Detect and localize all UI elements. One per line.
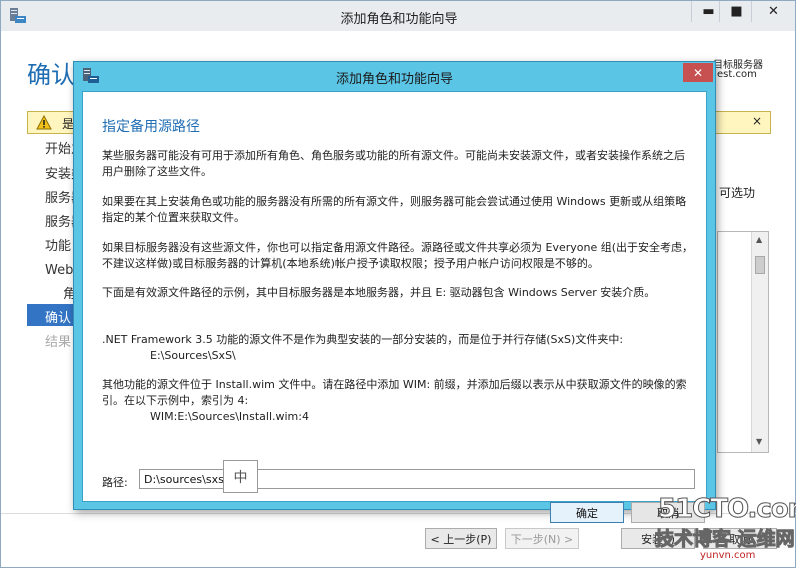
scroll-down-icon[interactable]: ▼ (756, 437, 762, 446)
scroll-up-icon[interactable]: ▲ (756, 235, 762, 244)
paragraph-alternate-path: 如果目标服务器没有这些源文件，你也可以指定备用源文件路径。源路径或文件共享必须为… (102, 241, 694, 270)
paragraph-windows-update: 如果要在其上安装角色或功能的服务器没有所需的所有源文件，则服务器可能会尝试通过使… (102, 195, 687, 224)
dialog-heading: 指定备用源路径 (102, 119, 200, 135)
warning-dismiss-button[interactable]: × (752, 114, 762, 128)
nav-item-results: 结果 (45, 335, 72, 350)
paragraph-install-wim: 其他功能的源文件位于 Install.wim 文件中。请在路径中添加 WIM: … (102, 378, 687, 407)
window-title: 添加角色和功能向导 (340, 12, 458, 27)
previous-button[interactable]: < 上一步(P) (425, 528, 497, 549)
dialog-content: 指定备用源路径 某些服务器可能没有可用于添加所有角色、角色服务或功能的所有源文件… (82, 91, 707, 523)
dialog-close-button[interactable]: ✕ (683, 63, 713, 82)
ime-indicator[interactable]: 中 (223, 460, 258, 493)
target-server-value: est.com (717, 69, 757, 80)
next-button: 下一步(N) > (505, 528, 579, 549)
path-label: 路径: (102, 476, 128, 489)
feature-list-box[interactable]: ▲ ▼ (717, 231, 769, 453)
scrollbar-thumb[interactable] (755, 256, 765, 274)
nav-item-confirmation[interactable]: 确认 (27, 304, 75, 326)
window-close-button[interactable]: ✕ (751, 1, 795, 22)
maximize-button[interactable]: ■ (719, 1, 753, 22)
warning-triangle-icon (36, 115, 52, 130)
paragraph-netfx: .NET Framework 3.5 功能的源文件不是作为典型安装的一部分安装的… (102, 333, 624, 346)
paragraph-example-intro: 下面是有效源文件路径的示例，其中目标服务器是本地服务器，并且 E: 驱动器包含 … (102, 286, 656, 299)
vertical-scrollbar[interactable]: ▲ ▼ (751, 232, 768, 452)
alternate-source-dialog: 添加角色和功能向导 ✕ 指定备用源路径 某些服务器可能没有可用于添加所有角色、角… (73, 61, 716, 523)
watermark-url: yunvn.com (700, 550, 756, 561)
paragraph-missing-files: 某些服务器可能没有可用于添加所有角色、角色服务或功能的所有源文件。可能尚未安装源… (102, 149, 685, 178)
watermark-subtitle: 技术博客 运维网 (655, 528, 796, 551)
ok-button[interactable]: 确定 (550, 502, 624, 523)
background-titlebar: 添加角色和功能向导 ▬ ■ ✕ (1, 1, 795, 31)
optional-features-text: 可选功 (719, 186, 756, 200)
watermark-logo: 51CTO.com (658, 494, 796, 525)
example-wim-path: WIM:E:\Sources\Install.wim:4 (150, 410, 309, 423)
nav-item-features[interactable]: 功能 (45, 235, 71, 254)
dialog-title: 添加角色和功能向导 (335, 72, 453, 87)
example-sxs-path: E:\Sources\SxS\ (150, 349, 236, 362)
